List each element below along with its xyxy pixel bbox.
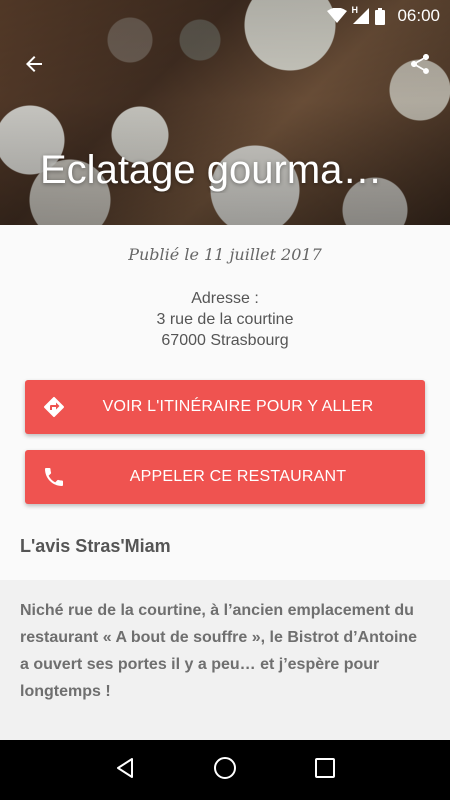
address-line2: 67000 Strasbourg bbox=[161, 332, 289, 349]
nav-home-button[interactable] bbox=[201, 746, 249, 794]
address-line1: 3 rue de la courtine bbox=[156, 311, 294, 328]
nav-back-button[interactable] bbox=[101, 746, 149, 794]
address-block: Adresse : 3 rue de la courtine 67000 Str… bbox=[0, 288, 450, 351]
review-section: Niché rue de la courtine, à l’ancien emp… bbox=[0, 580, 450, 740]
home-circle-icon bbox=[212, 755, 238, 786]
battery-icon bbox=[375, 7, 386, 25]
directions-button-label: VOIR L'ITINÉRAIRE POUR Y ALLER bbox=[102, 398, 374, 415]
navigation-bar bbox=[0, 740, 450, 800]
clock: 06:00 bbox=[397, 6, 440, 25]
phone-icon bbox=[42, 465, 66, 489]
network-type-label: H bbox=[351, 5, 358, 15]
share-icon bbox=[408, 52, 432, 81]
review-text: Niché rue de la courtine, à l’ancien emp… bbox=[20, 602, 418, 700]
status-bar: H 06:00 bbox=[0, 0, 450, 32]
call-button-label: APPELER CE RESTAURANT bbox=[129, 468, 347, 485]
published-date: Publié le 11 juillet 2017 bbox=[128, 245, 322, 264]
review-title: L'avis Stras'Miam bbox=[20, 536, 171, 556]
directions-button[interactable]: VOIR L'ITINÉRAIRE POUR Y ALLER bbox=[25, 380, 425, 434]
content[interactable]: Publié le 11 juillet 2017 Adresse : 3 ru… bbox=[0, 225, 450, 740]
directions-icon bbox=[42, 395, 66, 419]
back-triangle-icon bbox=[113, 756, 137, 785]
recents-square-icon bbox=[314, 757, 336, 784]
share-button[interactable] bbox=[404, 50, 436, 82]
call-button[interactable]: APPELER CE RESTAURANT bbox=[25, 450, 425, 504]
wifi-icon bbox=[327, 8, 348, 24]
back-button[interactable] bbox=[18, 50, 50, 82]
arrow-back-icon bbox=[22, 52, 46, 81]
app-bar bbox=[0, 44, 450, 88]
nav-recents-button[interactable] bbox=[301, 746, 349, 794]
address-label: Adresse : bbox=[191, 290, 259, 307]
signal-icon: H bbox=[351, 5, 370, 24]
page-title: Eclatage gourma… bbox=[40, 148, 383, 192]
